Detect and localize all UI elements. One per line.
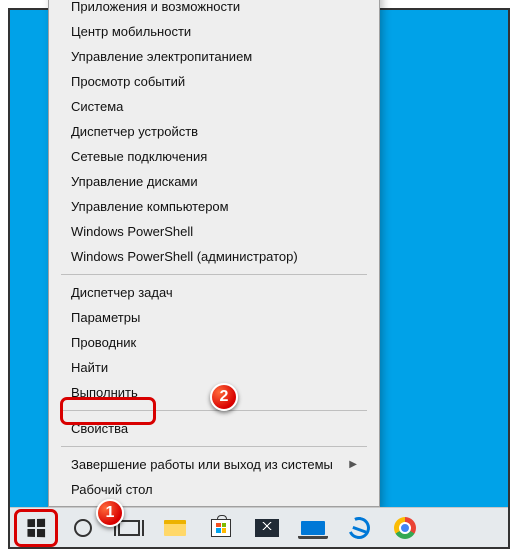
taskbar-chrome[interactable]: [384, 510, 426, 546]
menu-disk-management[interactable]: Управление дисками: [49, 169, 379, 194]
menu-search[interactable]: Найти: [49, 355, 379, 380]
store-icon: [211, 519, 231, 537]
menu-properties[interactable]: Свойства: [49, 416, 379, 441]
taskbar-file-explorer[interactable]: [154, 510, 196, 546]
cortana-icon: [74, 519, 92, 537]
menu-desktop[interactable]: Рабочий стол: [49, 477, 379, 502]
winx-context-menu: Приложения и возможности Центр мобильнос…: [48, 0, 380, 507]
taskbar-edge[interactable]: [338, 510, 380, 546]
task-view-icon: [118, 520, 140, 536]
menu-computer-management[interactable]: Управление компьютером: [49, 194, 379, 219]
taskbar-laptop-app[interactable]: [292, 510, 334, 546]
windows-logo-icon: [27, 518, 45, 537]
annotation-badge-2: 2: [210, 383, 238, 411]
menu-separator: [61, 274, 367, 275]
chevron-right-icon: ▶: [349, 459, 357, 470]
menu-powershell-admin[interactable]: Windows PowerShell (администратор): [49, 244, 379, 269]
menu-separator: [61, 446, 367, 447]
menu-system[interactable]: Система: [49, 94, 379, 119]
menu-task-manager[interactable]: Диспетчер задач: [49, 280, 379, 305]
chrome-icon: [394, 517, 416, 539]
menu-apps-features[interactable]: Приложения и возможности: [49, 0, 379, 19]
menu-separator: [61, 410, 367, 411]
menu-file-explorer[interactable]: Проводник: [49, 330, 379, 355]
menu-network-connections[interactable]: Сетевые подключения: [49, 144, 379, 169]
menu-settings[interactable]: Параметры: [49, 305, 379, 330]
edge-icon: [345, 513, 373, 541]
menu-mobility-center[interactable]: Центр мобильности: [49, 19, 379, 44]
laptop-icon: [301, 521, 325, 535]
menu-powershell[interactable]: Windows PowerShell: [49, 219, 379, 244]
mail-icon: [255, 519, 279, 537]
annotation-badge-1: 1: [96, 499, 124, 527]
menu-event-viewer[interactable]: Просмотр событий: [49, 69, 379, 94]
start-button[interactable]: [14, 509, 58, 547]
folder-icon: [164, 520, 186, 536]
menu-power-options[interactable]: Управление электропитанием: [49, 44, 379, 69]
taskbar-store[interactable]: [200, 510, 242, 546]
menu-shutdown-signout[interactable]: Завершение работы или выход из системы ▶: [49, 452, 379, 477]
menu-device-manager[interactable]: Диспетчер устройств: [49, 119, 379, 144]
taskbar-mail[interactable]: [246, 510, 288, 546]
taskbar: [10, 507, 508, 547]
